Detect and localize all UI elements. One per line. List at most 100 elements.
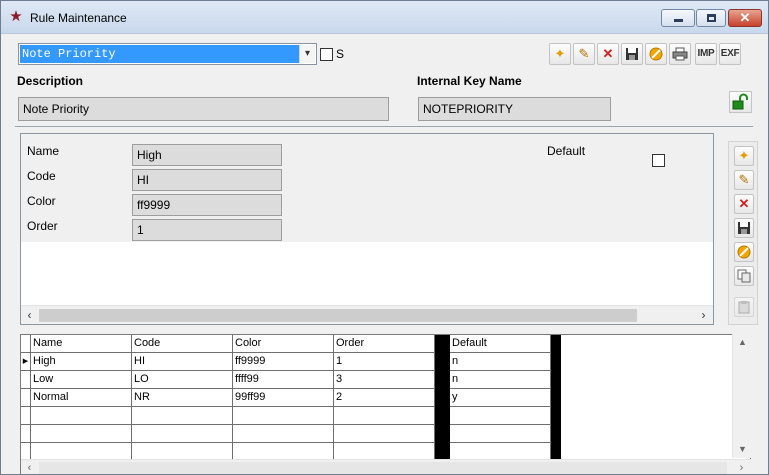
hidden-column-block — [435, 335, 450, 459]
default-checkbox[interactable] — [652, 154, 665, 167]
table-row[interactable]: Normal NR 99ff99 2 y — [21, 389, 734, 407]
code-field[interactable]: HI — [132, 169, 282, 191]
cell-order[interactable]: 1 — [334, 353, 435, 371]
rules-grid: Name Code Color Order Default ▶ High HI … — [20, 334, 751, 474]
side-paste-icon[interactable] — [734, 297, 754, 317]
scroll-left-icon[interactable]: ‹ — [21, 460, 38, 474]
cell-order[interactable] — [334, 425, 435, 443]
description-label: Description — [17, 74, 84, 88]
color-label: Color — [27, 194, 56, 208]
cell-code[interactable]: HI — [132, 353, 233, 371]
maximize-icon — [707, 14, 716, 22]
side-copy-icon[interactable] — [734, 266, 754, 286]
row-indicator[interactable] — [21, 371, 31, 389]
side-save-icon[interactable] — [734, 218, 754, 238]
scroll-left-icon[interactable]: ‹ — [21, 306, 38, 325]
cell-default[interactable] — [450, 425, 551, 443]
rule-maintenance-window: ★ Rule Maintenance ✕ Note Priority ▾ S ✦… — [0, 0, 769, 475]
cell-code[interactable] — [132, 425, 233, 443]
current-row-arrow-icon: ▶ — [21, 353, 31, 371]
cell-color[interactable]: ffff99 — [233, 371, 334, 389]
new-icon[interactable]: ✦ — [549, 43, 571, 65]
row-indicator[interactable] — [21, 389, 31, 407]
side-new-icon[interactable]: ✦ — [734, 146, 754, 166]
cell-code[interactable] — [132, 407, 233, 425]
hidden-column-block — [551, 335, 561, 459]
grid-vertical-scrollbar[interactable]: ▲ ▼ — [732, 334, 751, 458]
cell-color[interactable]: 99ff99 — [233, 389, 334, 407]
cell-name[interactable]: Low — [31, 371, 132, 389]
detail-form: Name High Code HI Color ff9999 Order 1 D… — [21, 134, 713, 242]
header-divider — [15, 126, 753, 127]
column-header-default[interactable]: Default — [450, 335, 551, 353]
cell-order[interactable]: 3 — [334, 371, 435, 389]
row-indicator[interactable] — [21, 425, 31, 443]
row-indicator[interactable] — [21, 407, 31, 425]
close-button[interactable]: ✕ — [728, 9, 762, 27]
cell-default[interactable]: n — [450, 353, 551, 371]
cell-default[interactable]: y — [450, 389, 551, 407]
detail-panel: Name High Code HI Color ff9999 Order 1 D… — [20, 133, 714, 325]
description-field[interactable]: Note Priority — [18, 97, 389, 121]
code-label: Code — [27, 169, 56, 183]
side-cancel-icon[interactable] — [734, 242, 754, 262]
row-indicator[interactable] — [21, 335, 31, 353]
column-header-code[interactable]: Code — [132, 335, 233, 353]
cell-default[interactable] — [450, 407, 551, 425]
unlock-button[interactable] — [729, 91, 752, 113]
cell-color[interactable]: ff9999 — [233, 353, 334, 371]
rule-select[interactable]: Note Priority ▾ — [18, 43, 317, 65]
scroll-down-icon[interactable]: ▼ — [733, 441, 752, 458]
table-row[interactable]: ▶ High HI ff9999 1 n — [21, 353, 734, 371]
cell-color[interactable] — [233, 425, 334, 443]
scroll-up-icon[interactable]: ▲ — [733, 334, 752, 351]
detail-horizontal-scrollbar[interactable]: ‹ › — [21, 305, 713, 324]
cell-code[interactable]: NR — [132, 389, 233, 407]
column-header-color[interactable]: Color — [233, 335, 334, 353]
side-delete-icon[interactable]: ✕ — [734, 194, 754, 214]
print-icon[interactable] — [669, 43, 691, 65]
import-button[interactable]: IMP — [695, 43, 717, 65]
cell-name[interactable] — [31, 407, 132, 425]
table-row[interactable] — [21, 407, 734, 425]
grid-horizontal-scrollbar[interactable]: ‹ › — [21, 459, 751, 474]
window-title: Rule Maintenance — [30, 11, 127, 25]
name-label: Name — [27, 144, 60, 158]
side-toolbar: ✦ ✎ ✕ — [728, 141, 758, 325]
export-button[interactable]: EXF — [719, 43, 741, 65]
minimize-button[interactable] — [661, 9, 695, 27]
side-edit-icon[interactable]: ✎ — [734, 170, 754, 190]
edit-icon[interactable]: ✎ — [573, 43, 595, 65]
save-icon[interactable] — [621, 43, 643, 65]
cell-name[interactable] — [31, 425, 132, 443]
cell-color[interactable] — [233, 407, 334, 425]
scroll-right-icon[interactable]: › — [695, 306, 712, 325]
s-checkbox[interactable] — [320, 48, 333, 61]
cell-name[interactable]: High — [31, 353, 132, 371]
chevron-down-icon[interactable]: ▾ — [299, 45, 315, 63]
maximize-button[interactable] — [696, 9, 726, 27]
color-field[interactable]: ff9999 — [132, 194, 282, 216]
column-header-order[interactable]: Order — [334, 335, 435, 353]
cell-code[interactable]: LO — [132, 371, 233, 389]
delete-icon[interactable]: ✕ — [597, 43, 619, 65]
order-field[interactable]: 1 — [132, 219, 282, 241]
scroll-thumb[interactable] — [39, 462, 727, 474]
title-bar: ★ Rule Maintenance ✕ — [1, 1, 768, 34]
table-row[interactable] — [21, 425, 734, 443]
cell-default[interactable]: n — [450, 371, 551, 389]
cell-name[interactable]: Normal — [31, 389, 132, 407]
grid-header-row: Name Code Color Order Default — [21, 335, 734, 353]
cancel-icon[interactable] — [645, 43, 667, 65]
name-field[interactable]: High — [132, 144, 282, 166]
rule-select-value: Note Priority — [20, 45, 300, 63]
order-label: Order — [27, 219, 58, 233]
table-row[interactable]: Low LO ffff99 3 n — [21, 371, 734, 389]
column-header-name[interactable]: Name — [31, 335, 132, 353]
internal-key-field[interactable]: NOTEPRIORITY — [418, 97, 611, 121]
scroll-right-icon[interactable]: › — [733, 460, 750, 474]
cell-order[interactable] — [334, 407, 435, 425]
unlock-icon — [732, 93, 748, 110]
cell-order[interactable]: 2 — [334, 389, 435, 407]
scroll-thumb[interactable] — [39, 309, 637, 322]
